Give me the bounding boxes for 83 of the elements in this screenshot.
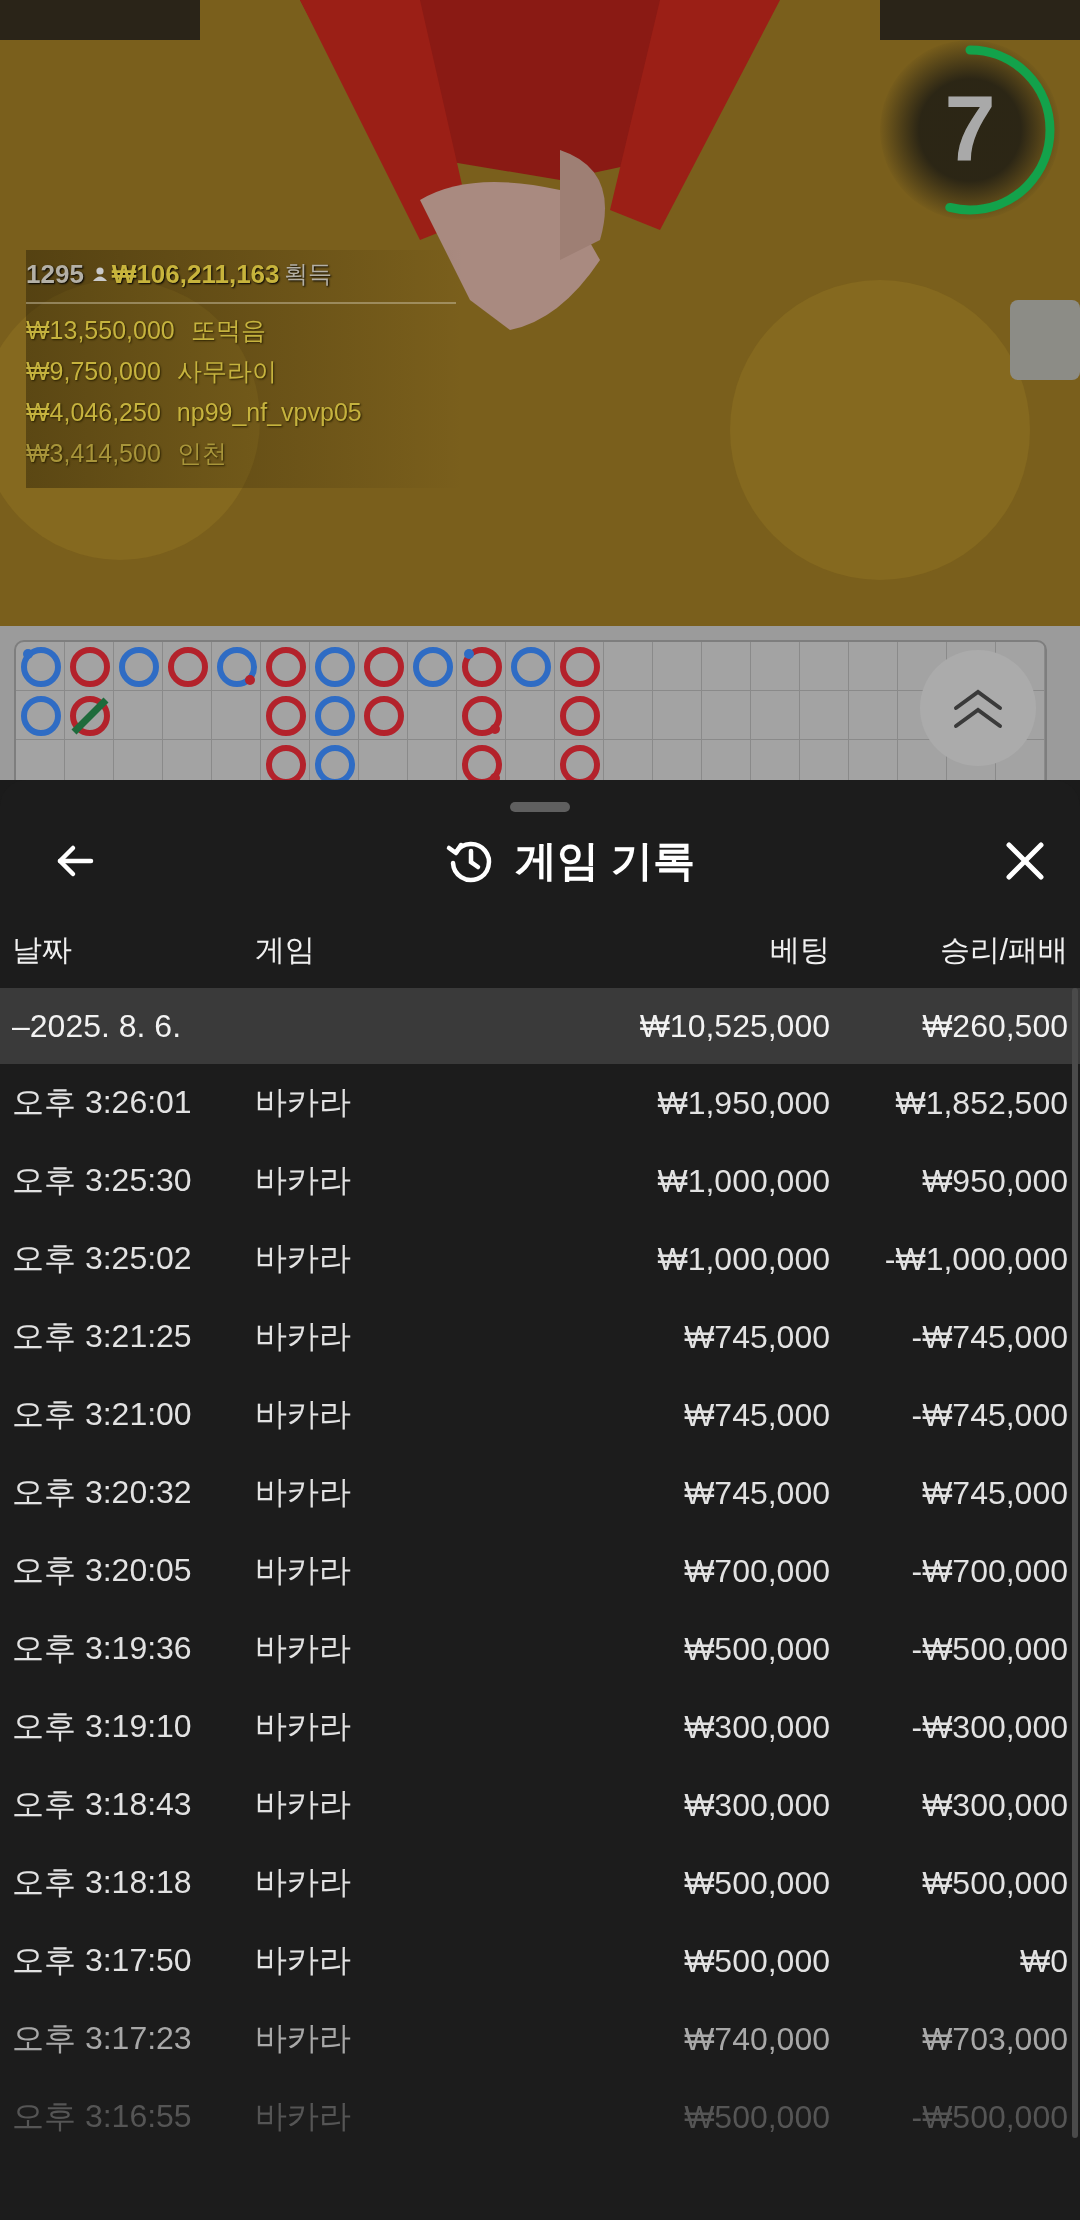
scrollbar[interactable] (1072, 988, 1078, 2138)
table-cell-text: 바카라 (255, 1629, 352, 1668)
table-cell-text: ₩700,000 (683, 1552, 830, 1590)
sheet-title: 게임 기록 (515, 836, 695, 886)
table-cell-text: 바카라 (255, 1395, 352, 1434)
player-count: 1295 (26, 258, 84, 290)
table-cell-text: 바카라 (255, 1083, 352, 1122)
table-cell-text: 바카라 (255, 1239, 352, 1278)
winner-amount: ₩13,550,000 (26, 315, 175, 346)
table-cell-text: 오후 3:25:30 (12, 1161, 193, 1200)
total-winnings: ₩106,211,163 (111, 258, 280, 290)
table-cell-text: 바카라 (255, 1161, 352, 1200)
winner-name: 인천 (176, 438, 227, 469)
table-cell-text: 바카라 (255, 1785, 352, 1824)
table-cell-text: ₩1,950,000 (656, 1084, 830, 1122)
table-cell-text: 오후 3:21:00 (12, 1395, 193, 1434)
winner-name: np99_nf_vpvp05 (176, 397, 362, 428)
total-result: ₩260,500 (921, 1007, 1068, 1045)
table-cell-text: 바카라 (255, 2019, 352, 2058)
table-cell-text: ₩500,000 (921, 1864, 1068, 1902)
table-cell-text: 바카라 (255, 1707, 352, 1746)
table-cell-text: 오후 3:19:10 (12, 1707, 193, 1746)
table-cell-text: 바카라 (255, 1941, 352, 1980)
person-icon (92, 267, 107, 281)
table-cell-text: 오후 3:18:43 (12, 1785, 193, 1824)
table-cell-text: ₩300,000 (921, 1786, 1068, 1824)
table-cell-text: 바카라 (255, 2097, 352, 2136)
total-bet: ₩10,525,000 (638, 1007, 830, 1045)
table-cell-text: 오후 3:19:36 (12, 1629, 193, 1668)
table-cell-text: ₩745,000 (683, 1318, 830, 1356)
table-cell-text: 오후 3:26:01 (12, 1083, 193, 1122)
table-cell-text: ₩300,000 (683, 1786, 830, 1824)
double-chevron-up-icon (954, 689, 1002, 728)
date-label: –2025. 8. 6. (12, 1007, 183, 1045)
table-cell-text: 바카라 (255, 1863, 352, 1902)
table-cell-text: 바카라 (255, 1551, 352, 1590)
column-header: 승리/패배 (938, 931, 1068, 968)
column-header: 게임 (255, 931, 316, 968)
table-cell-text: 오후 3:17:50 (12, 1941, 193, 1980)
history-icon (446, 841, 492, 883)
winner-name: 사무라이 (176, 356, 277, 387)
winner-amount: ₩9,750,000 (26, 356, 161, 387)
table-cell-text: 오후 3:20:32 (12, 1473, 193, 1512)
winnings-label: 획득 (283, 259, 332, 289)
table-cell-text: ₩1,000,000 (656, 1240, 830, 1278)
table-cell-text: ₩1,852,500 (894, 1084, 1068, 1122)
table-cell-text: 오후 3:21:25 (12, 1317, 193, 1356)
table-cell-text: ₩500,000 (683, 1864, 830, 1902)
table-cell-text: -₩300,000 (910, 1708, 1068, 1746)
table-cell-text: 오후 3:18:18 (12, 1863, 193, 1902)
winner-name: 또먹음 (190, 315, 266, 346)
table-cell-text: ₩703,000 (921, 2020, 1068, 2058)
table-cell-text: -₩500,000 (910, 1630, 1068, 1668)
table-cell-text: ₩745,000 (683, 1396, 830, 1434)
table-cell-text: ₩0 (1019, 1942, 1068, 1980)
table-cell-text: ₩500,000 (683, 2098, 830, 2136)
column-header: 베팅 (769, 931, 830, 968)
table-cell-text: ₩745,000 (921, 1474, 1068, 1512)
winner-amount: ₩3,414,500 (26, 438, 161, 469)
column-header: 날짜 (12, 931, 73, 968)
table-cell-text: ₩300,000 (683, 1708, 830, 1746)
table-cell-text: ₩1,000,000 (656, 1162, 830, 1200)
table-cell-text: 오후 3:17:23 (12, 2019, 193, 2058)
close-icon (1006, 842, 1044, 880)
table-cell-text: ₩745,000 (683, 1474, 830, 1512)
table-cell-text: ₩950,000 (921, 1162, 1068, 1200)
countdown-number: 7 (943, 78, 997, 178)
drag-handle[interactable] (510, 802, 570, 812)
table-cell-text: -₩500,000 (910, 2098, 1068, 2136)
table-cell-text: ₩500,000 (683, 1630, 830, 1668)
winner-amount: ₩4,046,250 (26, 397, 161, 428)
table-cell-text: 바카라 (255, 1317, 352, 1356)
table-cell-text: ₩740,000 (683, 2020, 830, 2058)
date-group-row[interactable]: –2025. 8. 6. ₩10,525,000 ₩260,500 (0, 988, 1080, 1064)
table-cell-text: 오후 3:16:55 (12, 2097, 193, 2136)
table-cell-text: -₩700,000 (910, 1552, 1068, 1590)
table-cell-text: -₩745,000 (910, 1318, 1068, 1356)
table-cell-text: 바카라 (255, 1473, 352, 1512)
table-cell-text: ₩500,000 (683, 1942, 830, 1980)
table-cell-text: 오후 3:20:05 (12, 1551, 193, 1590)
table-cell-text: -₩745,000 (910, 1396, 1068, 1434)
table-cell-text: 오후 3:25:02 (12, 1239, 193, 1278)
table-cell-text: -₩1,000,000 (883, 1240, 1068, 1278)
